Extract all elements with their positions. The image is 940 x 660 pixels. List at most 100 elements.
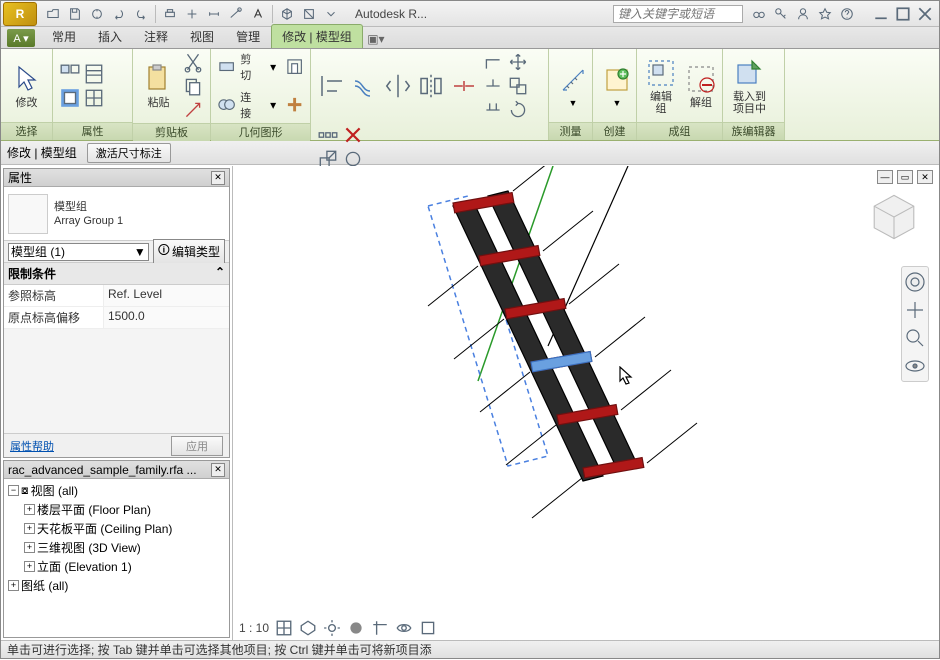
expand-icon[interactable]: − xyxy=(8,485,19,496)
tree-node[interactable]: + 三维视图 (3D View) xyxy=(6,538,227,557)
expand-icon[interactable]: + xyxy=(24,504,35,515)
expand-icon[interactable]: + xyxy=(24,561,35,572)
save-icon[interactable] xyxy=(65,4,85,24)
activate-dimensions-button[interactable]: 激活尺寸标注 xyxy=(87,143,171,163)
type-name-label: Array Group 1 xyxy=(54,214,225,228)
mirror-axis-button[interactable] xyxy=(383,71,413,101)
dropdown-icon[interactable] xyxy=(321,4,341,24)
app-menu-button[interactable]: R xyxy=(3,2,37,26)
tab-manage[interactable]: 管理 xyxy=(225,24,271,48)
measure-button[interactable]: ▼ xyxy=(555,62,591,110)
type-preview-icon xyxy=(8,194,48,234)
load-into-project-button[interactable]: 载入到 项目中 xyxy=(729,55,770,117)
hide-isolate-button[interactable] xyxy=(395,620,413,636)
constraints-group-header[interactable]: 限制条件⌃ xyxy=(4,263,229,285)
delete-button[interactable] xyxy=(342,124,364,146)
apply-button[interactable]: 应用 xyxy=(171,436,223,456)
tree-node[interactable]: + 立面 (Elevation 1) xyxy=(6,557,227,576)
cope-button[interactable] xyxy=(217,56,236,78)
edit-group-button[interactable]: 编辑 组 xyxy=(643,55,679,117)
tree-node[interactable]: + 天花板平面 (Ceiling Plan) xyxy=(6,519,227,538)
join-button[interactable] xyxy=(217,94,236,116)
tab-annotate[interactable]: 注释 xyxy=(133,24,179,48)
shadows-button[interactable] xyxy=(347,620,365,636)
maximize-button[interactable] xyxy=(893,6,913,22)
wall-opening-button[interactable] xyxy=(285,56,304,78)
copy-tool-button[interactable] xyxy=(507,75,529,97)
properties-button[interactable] xyxy=(83,63,105,85)
tab-view[interactable]: 视图 xyxy=(179,24,225,48)
family-types-button[interactable] xyxy=(59,87,81,109)
create-icon xyxy=(601,64,633,96)
expand-icon[interactable]: + xyxy=(8,580,19,591)
align-button[interactable] xyxy=(317,71,347,101)
instance-filter-combo[interactable]: 模型组 (1)▼ xyxy=(8,243,149,261)
search-input[interactable] xyxy=(613,5,743,23)
create-button[interactable]: ▼ xyxy=(599,62,635,110)
level-icon[interactable] xyxy=(226,4,246,24)
crop-button[interactable] xyxy=(371,620,389,636)
trim-corner-button[interactable] xyxy=(482,51,504,73)
property-row[interactable]: 原点标高偏移 1500.0 xyxy=(4,307,229,329)
modify-tool-button[interactable]: 修改 xyxy=(7,61,46,111)
array-button[interactable] xyxy=(317,124,339,146)
cut-geom-dropdown[interactable]: ▾ xyxy=(264,56,283,78)
type-properties-button[interactable] xyxy=(59,63,81,85)
family-category-button[interactable] xyxy=(83,87,105,109)
drawing-canvas[interactable]: — ▭ ✕ xyxy=(233,166,939,640)
text-icon[interactable] xyxy=(248,4,268,24)
mirror-draw-button[interactable] xyxy=(416,71,446,101)
properties-close-button[interactable]: ✕ xyxy=(211,171,225,185)
redo-icon[interactable] xyxy=(131,4,151,24)
user-icon[interactable] xyxy=(793,4,813,24)
tab-insert[interactable]: 插入 xyxy=(87,24,133,48)
sun-path-button[interactable] xyxy=(323,620,341,636)
undo-icon[interactable] xyxy=(109,4,129,24)
move-button[interactable] xyxy=(507,51,529,73)
beam-join-button[interactable] xyxy=(285,94,304,116)
trim-single-button[interactable] xyxy=(482,75,504,97)
copy-button[interactable] xyxy=(182,75,204,97)
tab-overflow-icon[interactable]: ▣▾ xyxy=(367,30,385,48)
detail-level-button[interactable] xyxy=(275,620,293,636)
tab-home[interactable]: 常用 xyxy=(41,24,87,48)
close-button[interactable] xyxy=(915,6,935,22)
tree-node[interactable]: + 楼层平面 (Floor Plan) xyxy=(6,500,227,519)
split-button[interactable] xyxy=(449,71,479,101)
browser-close-button[interactable]: ✕ xyxy=(211,463,225,477)
add-icon[interactable] xyxy=(182,4,202,24)
join-dropdown[interactable]: ▾ xyxy=(264,94,283,116)
property-row[interactable]: 参照标高 Ref. Level xyxy=(4,285,229,307)
sync-icon[interactable] xyxy=(87,4,107,24)
key-icon[interactable] xyxy=(771,4,791,24)
ungroup-button[interactable]: 解组 xyxy=(683,61,719,111)
cut-button[interactable] xyxy=(182,51,204,73)
minimize-button[interactable] xyxy=(871,6,891,22)
favorite-icon[interactable] xyxy=(815,4,835,24)
open-icon[interactable] xyxy=(43,4,63,24)
rotate-button[interactable] xyxy=(507,99,529,121)
help-icon[interactable] xyxy=(837,4,857,24)
scale-label[interactable]: 1 : 10 xyxy=(239,621,269,635)
expand-icon[interactable]: + xyxy=(24,523,35,534)
expand-icon[interactable]: + xyxy=(24,542,35,553)
match-button[interactable] xyxy=(182,99,204,121)
paste-button[interactable]: 粘贴 xyxy=(139,61,178,111)
edit-type-button[interactable]: 🛈编辑类型 xyxy=(153,239,225,264)
visual-style-button[interactable] xyxy=(299,620,317,636)
ribbon-app-badge[interactable]: A ▾ xyxy=(7,29,35,47)
print-icon[interactable] xyxy=(160,4,180,24)
tab-modify-modelgroup[interactable]: 修改 | 模型组 xyxy=(271,24,363,48)
binoculars-icon[interactable] xyxy=(749,4,769,24)
section-icon[interactable] xyxy=(299,4,319,24)
trim-multiple-button[interactable] xyxy=(482,99,504,121)
tree-root[interactable]: − ⧇ 视图 (all) xyxy=(6,481,227,500)
properties-palette-title: 属性 xyxy=(8,169,32,186)
reveal-button[interactable] xyxy=(419,620,437,636)
tree-node[interactable]: + 图纸 (all) xyxy=(6,576,227,595)
dimension-icon[interactable] xyxy=(204,4,224,24)
offset-button[interactable] xyxy=(350,71,380,101)
properties-help-link[interactable]: 属性帮助 xyxy=(10,438,54,454)
3d-icon[interactable] xyxy=(277,4,297,24)
type-selector[interactable]: 模型组 Array Group 1 xyxy=(4,187,229,241)
